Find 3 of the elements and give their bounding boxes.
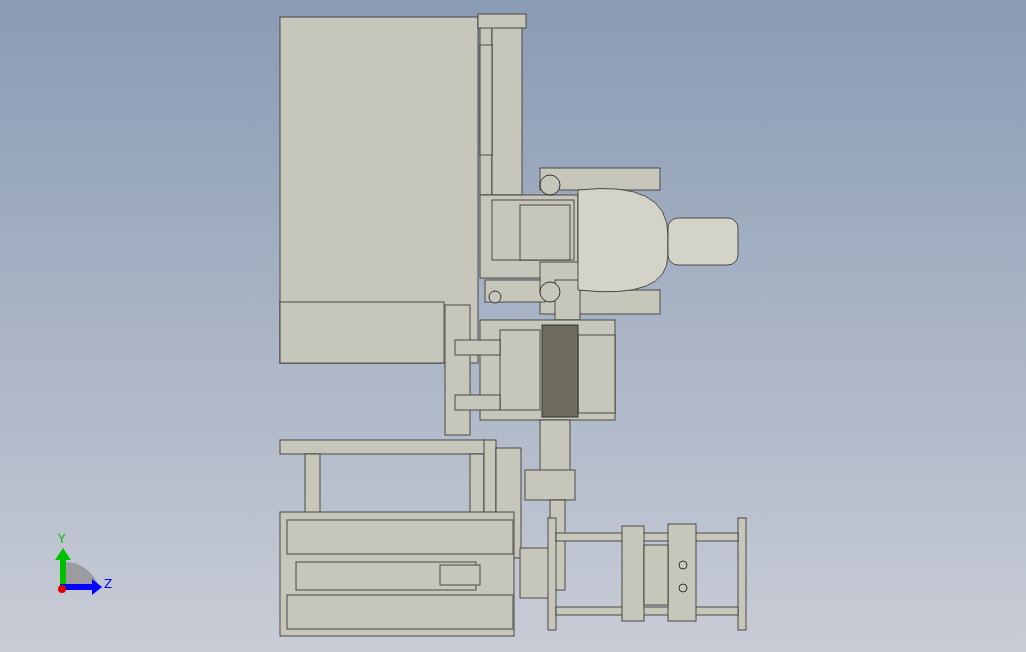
axis-label: Y [58,532,66,546]
origin-icon [58,585,66,593]
axis-label: Z [104,577,113,591]
